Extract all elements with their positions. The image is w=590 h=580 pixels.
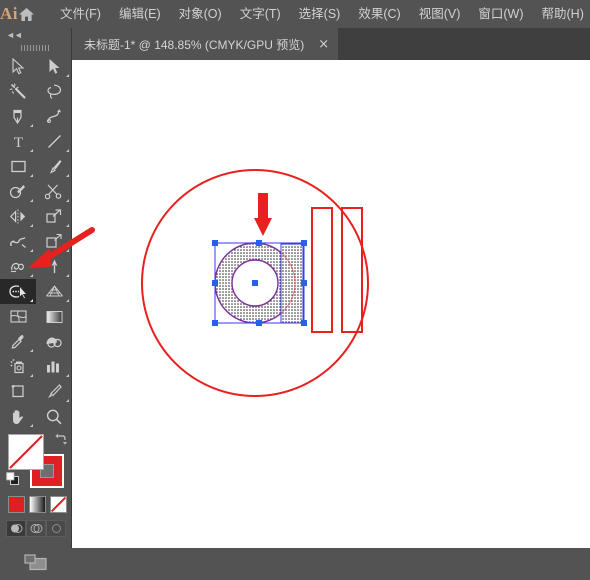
shaper-tool[interactable]: [0, 179, 36, 204]
change-screen-mode-button[interactable]: [0, 546, 72, 580]
menu-bar: Ai 文件(F) 编辑(E) 对象(O) 文字(T) 选择(S) 效果(C) 视…: [0, 0, 590, 28]
magic-wand-tool[interactable]: [0, 79, 36, 104]
slice-tool[interactable]: [36, 379, 72, 404]
menu-edit[interactable]: 编辑(E): [110, 3, 170, 25]
fill-swatch[interactable]: [8, 434, 44, 470]
shape-builder-tool[interactable]: [0, 279, 36, 304]
default-colors-icon[interactable]: [6, 472, 20, 486]
line-segment-tool[interactable]: [36, 129, 72, 154]
document-tab[interactable]: 未标题-1* @ 148.85% (CMYK/GPU 预览) ×: [72, 28, 338, 60]
down-arrow-annotation: [254, 193, 272, 236]
perspective-grid-tool[interactable]: [36, 279, 72, 304]
selection-center-point: [252, 280, 258, 286]
paintbrush-tool[interactable]: [36, 154, 72, 179]
menu-view[interactable]: 视图(V): [410, 3, 470, 25]
letter-i-bar: [312, 208, 332, 332]
illustrator-window: Ai 文件(F) 编辑(E) 对象(O) 文字(T) 选择(S) 效果(C) 视…: [0, 0, 590, 548]
menu-type[interactable]: 文字(T): [231, 3, 290, 25]
artboard-tool[interactable]: [0, 379, 36, 404]
tools-panel: ◄◄: [0, 28, 72, 548]
menu-file[interactable]: 文件(F): [51, 3, 110, 25]
lasso-tool[interactable]: [36, 79, 72, 104]
curvature-tool[interactable]: [36, 104, 72, 129]
type-tool[interactable]: T: [0, 129, 36, 154]
draw-inside-button[interactable]: [46, 520, 66, 537]
artboard-canvas[interactable]: [72, 60, 590, 548]
menu-window[interactable]: 窗口(W): [469, 3, 532, 25]
menu-object[interactable]: 对象(O): [170, 3, 231, 25]
menu-effect[interactable]: 效果(C): [349, 3, 409, 25]
draw-normal-button[interactable]: [6, 520, 26, 537]
document-tab-title: 未标题-1* @ 148.85% (CMYK/GPU 预览): [84, 36, 304, 53]
zoom-tool[interactable]: [36, 404, 72, 429]
scissors-tool[interactable]: [36, 179, 72, 204]
gradient-mode-button[interactable]: [29, 496, 46, 513]
home-icon[interactable]: [18, 0, 35, 28]
pen-tool[interactable]: [0, 104, 36, 129]
draw-behind-button[interactable]: [26, 520, 46, 537]
artwork-svg: [72, 60, 590, 548]
gradient-tool[interactable]: [36, 304, 72, 329]
menu-help[interactable]: 帮助(H): [533, 3, 590, 25]
app-logo: Ai: [0, 0, 18, 28]
none-slash-icon: [9, 435, 43, 469]
eyedropper-tool[interactable]: [0, 329, 36, 354]
color-controls: [0, 430, 72, 580]
hand-tool[interactable]: [0, 404, 36, 429]
mesh-tool[interactable]: [0, 304, 36, 329]
direct-selection-tool[interactable]: [36, 54, 72, 79]
color-mode-button[interactable]: [8, 496, 25, 513]
drawing-mode-buttons: [6, 520, 72, 537]
selection-tool[interactable]: [0, 54, 36, 79]
document-tab-bar: 未标题-1* @ 148.85% (CMYK/GPU 预览) ×: [0, 28, 590, 60]
letter-a-selected: [215, 243, 303, 323]
tool-pointer-annotation: [18, 226, 96, 276]
menu-item-list: 文件(F) 编辑(E) 对象(O) 文字(T) 选择(S) 效果(C) 视图(V…: [51, 3, 590, 25]
blend-tool[interactable]: [36, 329, 72, 354]
close-icon[interactable]: ×: [318, 38, 329, 51]
rectangle-tool[interactable]: [0, 154, 36, 179]
svg-text:T: T: [13, 135, 22, 150]
column-graph-tool[interactable]: [36, 354, 72, 379]
fill-stroke-swatches: [0, 430, 72, 492]
menu-select[interactable]: 选择(S): [290, 3, 350, 25]
color-mode-buttons: [0, 492, 72, 513]
symbol-sprayer-tool-2[interactable]: [0, 354, 36, 379]
panel-drag-grip[interactable]: [0, 42, 71, 54]
none-mode-button[interactable]: [50, 496, 67, 513]
swap-fill-stroke-icon[interactable]: [54, 432, 68, 446]
collapse-panel-icon[interactable]: ◄◄: [0, 28, 71, 42]
